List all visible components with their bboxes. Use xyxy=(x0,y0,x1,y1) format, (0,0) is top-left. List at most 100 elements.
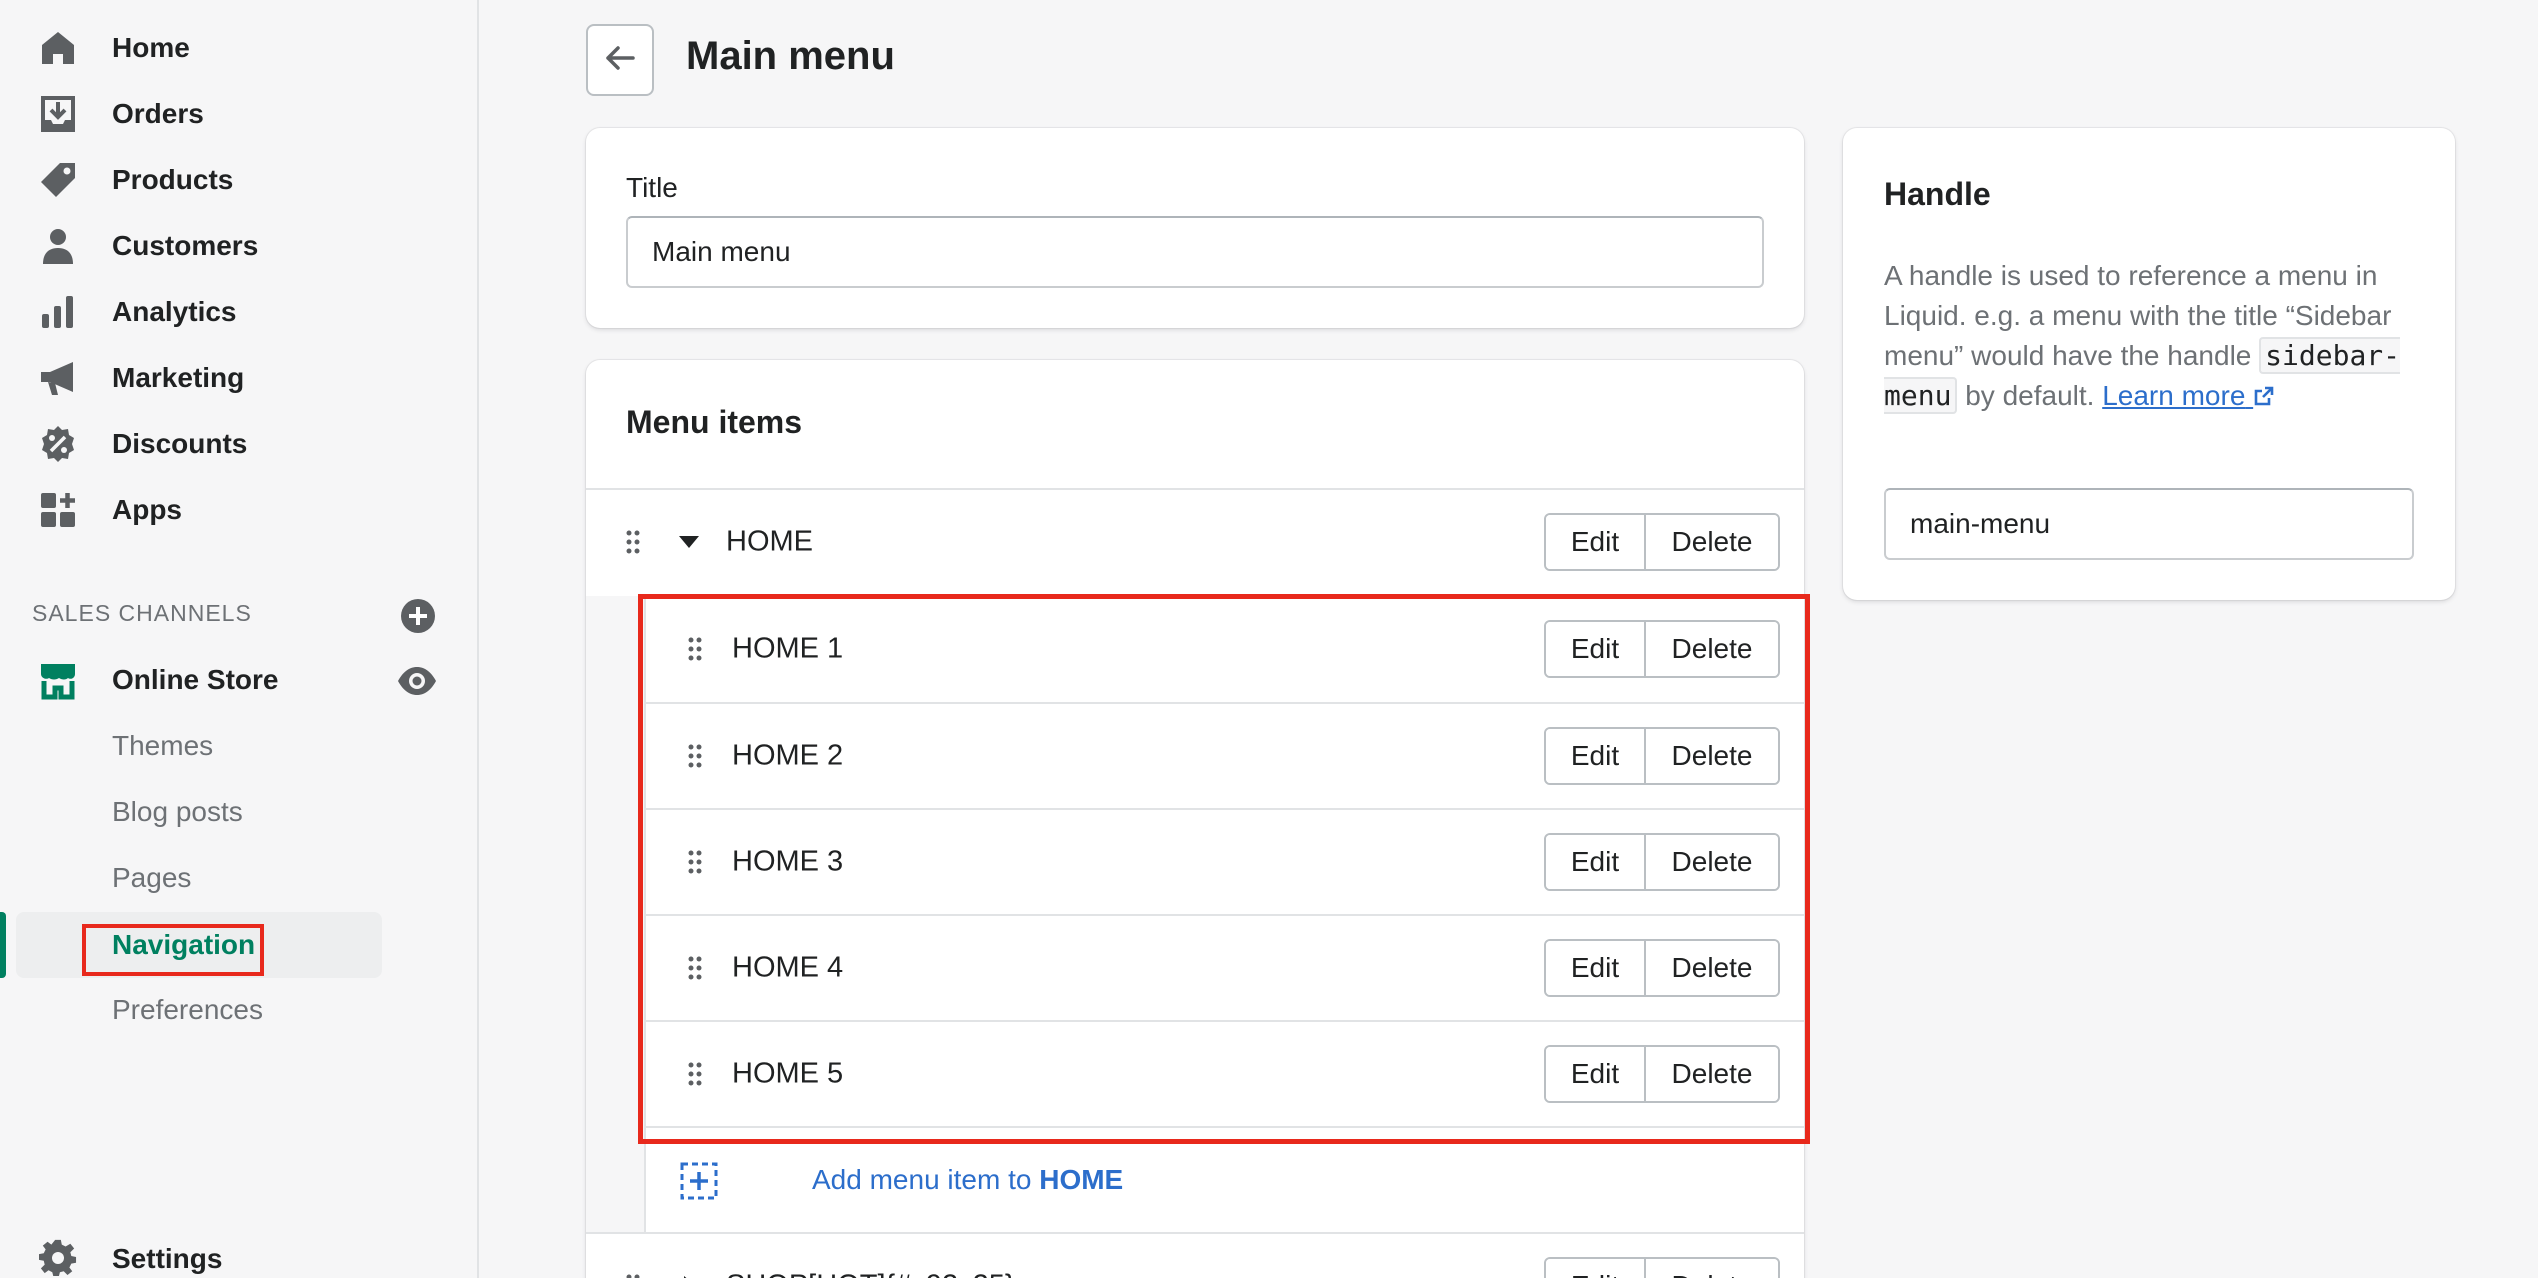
sidebar-item-label: Analytics xyxy=(112,296,237,327)
add-menu-item-label: Add menu item to HOME xyxy=(812,1164,1123,1196)
add-item-icon xyxy=(680,1162,718,1200)
drag-handle-icon[interactable] xyxy=(688,850,702,874)
sidebar-item-customers[interactable]: Customers xyxy=(0,213,479,279)
learn-more-link[interactable]: Learn more xyxy=(2102,380,2275,411)
sidebar-item-apps[interactable]: Apps xyxy=(0,477,479,543)
menu-item-actions: Edit Delete xyxy=(1544,513,1780,571)
arrow-left-icon xyxy=(603,41,637,80)
sidebar-subitem-label: Themes xyxy=(112,730,214,761)
menu-item-label: HOME 4 xyxy=(732,951,844,984)
title-card: Title Main menu xyxy=(586,128,1804,328)
menu-item-actions: Edit Delete xyxy=(1544,939,1780,997)
discount-icon xyxy=(38,424,78,464)
edit-button[interactable]: Edit xyxy=(1546,622,1646,676)
sidebar-subitem-label: Blog posts xyxy=(112,796,243,827)
sidebar-subitem-label: Pages xyxy=(112,862,192,893)
delete-button[interactable]: Delete xyxy=(1646,941,1778,995)
menu-item-actions: Edit Delete xyxy=(1544,727,1780,785)
title-label: Title xyxy=(626,172,678,203)
home-icon xyxy=(38,28,78,68)
drag-handle-icon[interactable] xyxy=(688,1062,702,1086)
edit-button[interactable]: Edit xyxy=(1546,941,1646,995)
menu-item-label: SHOP[HOT]{#c92c25} xyxy=(726,1270,1015,1278)
menu-item-actions: Edit Delete xyxy=(1544,833,1780,891)
menu-item-row-shop: SHOP[HOT]{#c92c25} Edit Delete xyxy=(586,1232,1804,1278)
drag-handle-icon[interactable] xyxy=(688,637,702,661)
sidebar-item-label: Marketing xyxy=(112,362,245,393)
sidebar-item-home[interactable]: Home xyxy=(0,15,479,81)
sidebar-item-label: Apps xyxy=(112,494,182,525)
edit-button[interactable]: Edit xyxy=(1546,1259,1646,1278)
highlight-annotation xyxy=(82,924,264,976)
drag-handle-icon[interactable] xyxy=(626,1274,640,1278)
sidebar-item-label: Home xyxy=(112,32,190,63)
menu-item-label: HOME 3 xyxy=(732,845,844,878)
sidebar-item-marketing[interactable]: Marketing xyxy=(0,345,479,411)
menu-items-card: Menu items HOME Edit Delete HOME 1 Edit … xyxy=(586,360,1804,1278)
sidebar-item-products[interactable]: Products xyxy=(0,147,479,213)
sidebar-item-label: Settings xyxy=(112,1243,223,1274)
edit-button[interactable]: Edit xyxy=(1546,835,1646,889)
delete-button[interactable]: Delete xyxy=(1646,1259,1778,1278)
menu-item-label: HOME xyxy=(726,525,813,558)
back-button[interactable] xyxy=(586,24,654,96)
title-input[interactable]: Main menu xyxy=(626,216,1764,288)
sidebar-subitem-preferences[interactable]: Preferences xyxy=(112,980,263,1040)
drag-handle-icon[interactable] xyxy=(688,956,702,980)
delete-button[interactable]: Delete xyxy=(1646,729,1778,783)
menu-item-row-home-4: HOME 4 Edit Delete xyxy=(646,914,1804,1020)
gear-icon xyxy=(38,1239,78,1278)
drag-handle-icon[interactable] xyxy=(626,530,640,554)
external-link-icon xyxy=(2253,380,2275,411)
menu-item-actions: Edit Delete xyxy=(1544,1045,1780,1103)
sidebar-item-analytics[interactable]: Analytics xyxy=(0,279,479,345)
menu-item-row-home: HOME Edit Delete xyxy=(586,488,1804,594)
add-menu-item-button[interactable]: Add menu item to HOME xyxy=(646,1126,1804,1232)
sidebar-item-label: Orders xyxy=(112,98,204,129)
sidebar-item-label: Customers xyxy=(112,230,259,261)
menu-item-label: HOME 1 xyxy=(732,632,844,665)
person-icon xyxy=(38,226,78,266)
add-item-target: HOME xyxy=(1039,1164,1124,1195)
add-sales-channel-icon[interactable] xyxy=(398,596,438,636)
handle-help-suffix: by default. xyxy=(1965,380,2095,411)
handle-heading: Handle xyxy=(1884,176,1991,212)
handle-input[interactable]: main-menu xyxy=(1884,488,2414,560)
sidebar-subitem-pages[interactable]: Pages xyxy=(112,848,191,908)
edit-button[interactable]: Edit xyxy=(1546,1047,1646,1101)
sidebar: Home Orders Products Customers Analytics… xyxy=(0,0,479,1278)
sidebar-item-label: Discounts xyxy=(112,428,248,459)
menu-item-row-home-5: HOME 5 Edit Delete xyxy=(646,1020,1804,1126)
delete-button[interactable]: Delete xyxy=(1646,1047,1778,1101)
sidebar-item-label: Online Store xyxy=(112,664,279,695)
menu-items-heading: Menu items xyxy=(626,404,803,440)
orders-icon xyxy=(38,94,78,134)
sidebar-subitem-blog-posts[interactable]: Blog posts xyxy=(112,782,243,842)
add-item-prefix: Add menu item to xyxy=(812,1164,1032,1195)
page-title: Main menu xyxy=(686,34,895,78)
delete-button[interactable]: Delete xyxy=(1646,622,1778,676)
menu-item-row-home-2: HOME 2 Edit Delete xyxy=(646,702,1804,808)
sidebar-subitem-themes[interactable]: Themes xyxy=(112,716,213,776)
menu-item-actions: Edit Delete xyxy=(1544,620,1780,678)
active-item-indicator xyxy=(0,912,6,978)
edit-button[interactable]: Edit xyxy=(1546,515,1646,569)
delete-button[interactable]: Delete xyxy=(1646,835,1778,889)
delete-button[interactable]: Delete xyxy=(1646,515,1778,569)
sidebar-item-discounts[interactable]: Discounts xyxy=(0,411,479,477)
sidebar-item-settings[interactable]: Settings xyxy=(0,1226,479,1278)
drag-handle-icon[interactable] xyxy=(688,744,702,768)
caret-down-icon[interactable] xyxy=(678,534,700,550)
eye-icon[interactable] xyxy=(396,660,438,702)
edit-button[interactable]: Edit xyxy=(1546,729,1646,783)
sidebar-subitem-label: Preferences xyxy=(112,994,263,1025)
sidebar-item-label: Products xyxy=(112,164,234,195)
bar-chart-icon xyxy=(38,292,78,332)
apps-icon xyxy=(38,490,78,530)
learn-more-label: Learn more xyxy=(2102,380,2246,411)
sales-channels-heading: SALES CHANNELS xyxy=(32,600,252,626)
tag-icon xyxy=(38,160,78,200)
megaphone-icon xyxy=(38,358,78,398)
sidebar-item-orders[interactable]: Orders xyxy=(0,81,479,147)
menu-item-actions: Edit Delete xyxy=(1544,1257,1780,1278)
